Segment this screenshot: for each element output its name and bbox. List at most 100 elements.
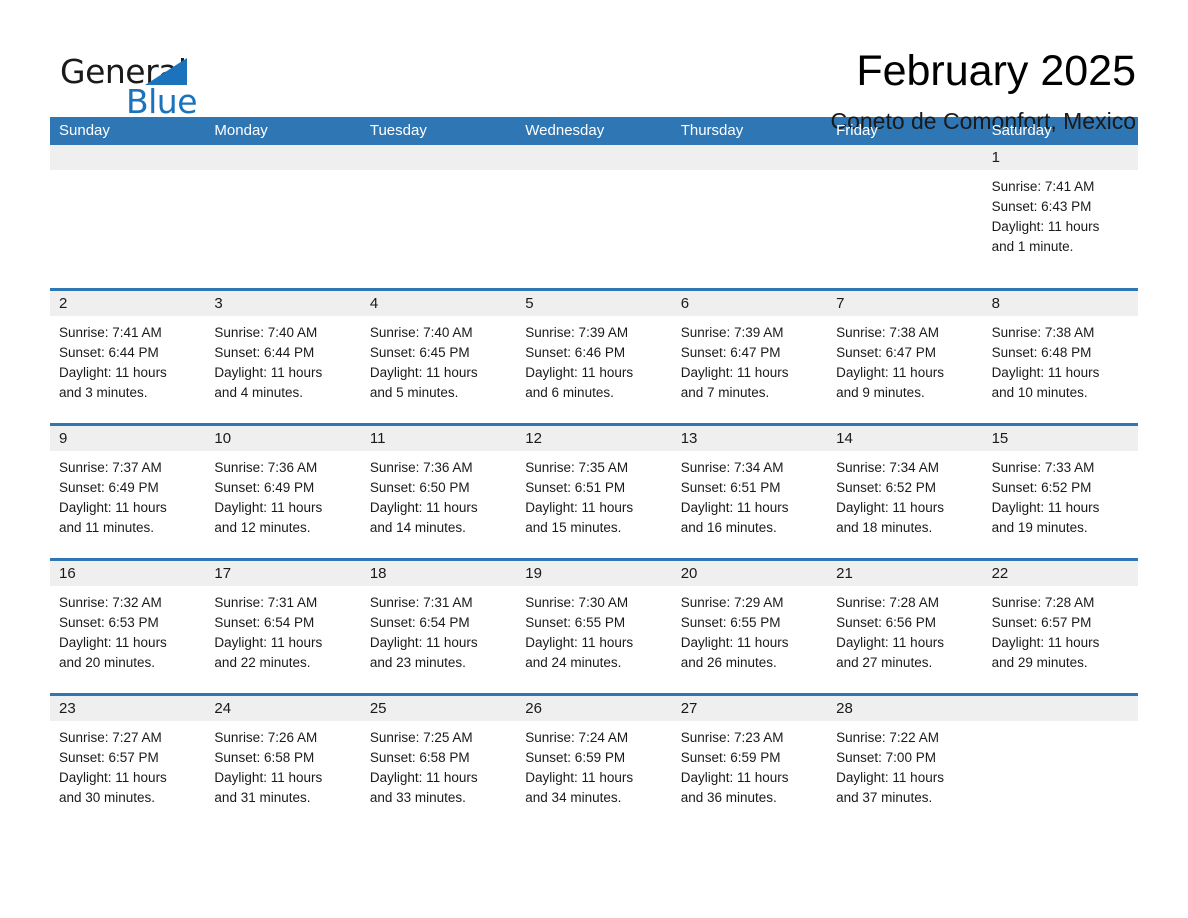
calendar-day-cell[interactable]: 6 Sunrise: 7:39 AM Sunset: 6:47 PM Daylight… — [671, 291, 828, 423]
calendar-day-cell[interactable]: 1 Sunrise: 7:41 AM Sunset: 6:43 PM Daylight… — [982, 145, 1138, 288]
calendar-day-cell[interactable]: 3 Sunrise: 7:40 AM Sunset: 6:44 PM Daylight… — [205, 291, 361, 423]
day-number: 13 — [680, 430, 698, 447]
day-number-strip: 9 — [50, 426, 206, 451]
daylight-duration-line2: and 22 minutes. — [214, 655, 311, 670]
page-title: February 2025 — [856, 47, 1136, 95]
day-sun-info: Sunrise: 7:33 AM Sunset: 6:52 PM Daylight:… — [983, 451, 1138, 538]
day-number-strip: 13 — [671, 426, 828, 451]
calendar-day-cell[interactable]: 7 Sunrise: 7:38 AM Sunset: 6:47 PM Daylight… — [827, 291, 983, 423]
daylight-duration-line1: Daylight: 11 hours — [991, 500, 1100, 515]
day-sun-info: Sunrise: 7:34 AM Sunset: 6:51 PM Daylight:… — [672, 451, 827, 538]
calendar-week-row: 9 Sunrise: 7:37 AM Sunset: 6:49 PM Daylight… — [50, 423, 1138, 558]
calendar-day-cell[interactable]: 10 Sunrise: 7:36 AM Sunset: 6:49 PM Dayligh… — [205, 426, 361, 558]
sunset-time: Sunset: 6:59 PM — [525, 750, 626, 765]
sunset-time: Sunset: 6:51 PM — [525, 480, 626, 495]
daylight-duration-line2: and 16 minutes. — [680, 520, 777, 535]
calendar-day-cell[interactable]: 23 Sunrise: 7:27 AM Sunset: 6:57 PM Dayligh… — [50, 696, 206, 828]
sunset-time: Sunset: 6:43 PM — [991, 199, 1092, 214]
calendar-day-cell[interactable]: 17 Sunrise: 7:31 AM Sunset: 6:54 PM Dayligh… — [205, 561, 361, 693]
sunset-time: Sunset: 6:49 PM — [214, 480, 315, 495]
calendar-day-cell[interactable]: 22 Sunrise: 7:28 AM Sunset: 6:57 PM Dayligh… — [982, 561, 1138, 693]
sunrise-time: Sunrise: 7:40 AM — [369, 325, 473, 340]
daylight-duration-line1: Daylight: 11 hours — [991, 635, 1100, 650]
sunrise-time: Sunrise: 7:34 AM — [836, 460, 939, 475]
day-number-strip: 8 — [982, 291, 1138, 316]
day-sun-info: Sunrise: 7:35 AM Sunset: 6:51 PM Daylight:… — [516, 451, 671, 538]
sunset-time: Sunset: 6:47 PM — [836, 345, 936, 360]
calendar-day-cell[interactable]: 21 Sunrise: 7:28 AM Sunset: 6:56 PM Dayligh… — [827, 561, 983, 693]
generalblue-logo[interactable]: General Blue — [50, 46, 280, 121]
sunrise-time: Sunrise: 7:30 AM — [525, 595, 629, 610]
day-number: 6 — [680, 295, 690, 312]
calendar-day-cell[interactable]: 5 Sunrise: 7:39 AM Sunset: 6:46 PM Daylight… — [516, 291, 672, 423]
daylight-duration-line2: and 24 minutes. — [525, 655, 622, 670]
calendar-day-cell[interactable]: 2 Sunrise: 7:41 AM Sunset: 6:44 PM Daylight… — [50, 291, 206, 423]
day-sun-info: Sunrise: 7:27 AM Sunset: 6:57 PM Daylight:… — [50, 721, 205, 808]
day-number-strip: 21 — [827, 561, 983, 586]
calendar-day-cell[interactable]: 9 Sunrise: 7:37 AM Sunset: 6:49 PM Daylight… — [50, 426, 206, 558]
calendar-day-cell[interactable]: 24 Sunrise: 7:26 AM Sunset: 6:58 PM Dayligh… — [205, 696, 361, 828]
daylight-duration-line1: Daylight: 11 hours — [214, 365, 323, 380]
day-sun-info: Sunrise: 7:38 AM Sunset: 6:47 PM Daylight:… — [827, 316, 982, 403]
sunrise-time: Sunrise: 7:27 AM — [59, 730, 162, 745]
day-number-strip: 16 — [50, 561, 206, 586]
calendar-day-cell[interactable]: 8 Sunrise: 7:38 AM Sunset: 6:48 PM Daylight… — [982, 291, 1138, 423]
daylight-duration-line1: Daylight: 11 hours — [836, 770, 944, 785]
day-number: 27 — [680, 700, 698, 717]
sunset-time: Sunset: 6:59 PM — [680, 750, 781, 765]
calendar-day-cell[interactable]: 18 Sunrise: 7:31 AM Sunset: 6:54 PM Dayligh… — [360, 561, 517, 693]
calendar-day-cell[interactable]: 4 Sunrise: 7:40 AM Sunset: 6:45 PM Daylight… — [360, 291, 517, 423]
day-sun-info: Sunrise: 7:36 AM Sunset: 6:49 PM Daylight:… — [205, 451, 360, 538]
day-sun-info: Sunrise: 7:41 AM Sunset: 6:44 PM Daylight:… — [50, 316, 205, 403]
sunset-time: Sunset: 7:00 PM — [836, 750, 936, 765]
sunset-time: Sunset: 6:54 PM — [214, 615, 315, 630]
calendar-day-cell[interactable]: 15 Sunrise: 7:33 AM Sunset: 6:52 PM Dayligh… — [982, 426, 1138, 558]
calendar-day-cell[interactable]: 20 Sunrise: 7:29 AM Sunset: 6:55 PM Dayligh… — [671, 561, 828, 693]
sunrise-time: Sunrise: 7:37 AM — [59, 460, 162, 475]
day-sun-info: Sunrise: 7:25 AM Sunset: 6:58 PM Daylight:… — [361, 721, 516, 808]
daylight-duration-line2: and 14 minutes. — [369, 520, 466, 535]
daylight-duration-line2: and 31 minutes. — [214, 790, 311, 805]
calendar-day-cell[interactable]: 19 Sunrise: 7:30 AM Sunset: 6:55 PM Dayligh… — [516, 561, 672, 693]
calendar-day-cell[interactable]: 26 Sunrise: 7:24 AM Sunset: 6:59 PM Dayligh… — [516, 696, 672, 828]
sunset-time: Sunset: 6:50 PM — [369, 480, 470, 495]
calendar-day-cell[interactable]: 25 Sunrise: 7:25 AM Sunset: 6:58 PM Dayligh… — [360, 696, 517, 828]
day-sun-info: Sunrise: 7:32 AM Sunset: 6:53 PM Daylight:… — [50, 586, 205, 673]
daylight-duration-line2: and 3 minutes. — [59, 385, 148, 400]
sunset-time: Sunset: 6:48 PM — [991, 345, 1092, 360]
calendar-day-cell[interactable]: 27 Sunrise: 7:23 AM Sunset: 6:59 PM Dayligh… — [671, 696, 828, 828]
weekday-header-row: Sunday Monday Tuesday Wednesday Thursday… — [50, 117, 1138, 145]
calendar-day-cell[interactable]: 11 Sunrise: 7:36 AM Sunset: 6:50 PM Dayligh… — [360, 426, 517, 558]
calendar-day-cell[interactable]: 12 Sunrise: 7:35 AM Sunset: 6:51 PM Dayligh… — [516, 426, 672, 558]
calendar-day-cell[interactable]: 14 Sunrise: 7:34 AM Sunset: 6:52 PM Dayligh… — [827, 426, 983, 558]
day-number-strip: 27 — [671, 696, 828, 721]
day-number: 20 — [680, 565, 698, 582]
sunrise-time: Sunrise: 7:40 AM — [214, 325, 318, 340]
calendar-page: General Blue February 2025 Coneto de Com… — [0, 0, 1188, 918]
sunrise-time: Sunrise: 7:39 AM — [525, 325, 629, 340]
daylight-duration-line1: Daylight: 11 hours — [214, 500, 323, 515]
calendar-day-cell-empty — [50, 145, 206, 288]
day-number: 7 — [836, 295, 845, 312]
day-number: 2 — [59, 295, 68, 312]
day-number: 18 — [369, 565, 387, 582]
calendar-day-cell[interactable]: 28 Sunrise: 7:22 AM Sunset: 7:00 PM Dayligh… — [827, 696, 983, 828]
sunset-time: Sunset: 6:55 PM — [525, 615, 626, 630]
day-number-strip — [205, 145, 361, 170]
sunset-time: Sunset: 6:58 PM — [214, 750, 315, 765]
day-number-strip: 26 — [516, 696, 672, 721]
day-sun-info: Sunrise: 7:26 AM Sunset: 6:58 PM Daylight:… — [205, 721, 360, 808]
sunset-time: Sunset: 6:57 PM — [59, 750, 159, 765]
daylight-duration-line1: Daylight: 11 hours — [836, 500, 944, 515]
calendar-week-row: 2 Sunrise: 7:41 AM Sunset: 6:44 PM Daylight… — [50, 288, 1138, 423]
daylight-duration-line2: and 37 minutes. — [836, 790, 933, 805]
day-number: 28 — [836, 700, 853, 717]
sunset-time: Sunset: 6:44 PM — [59, 345, 159, 360]
day-sun-info: Sunrise: 7:29 AM Sunset: 6:55 PM Daylight:… — [672, 586, 827, 673]
calendar-day-cell[interactable]: 16 Sunrise: 7:32 AM Sunset: 6:53 PM Dayligh… — [50, 561, 206, 693]
daylight-duration-line1: Daylight: 11 hours — [369, 635, 478, 650]
calendar-day-cell[interactable]: 13 Sunrise: 7:34 AM Sunset: 6:51 PM Dayligh… — [671, 426, 828, 558]
day-number: 24 — [214, 700, 232, 717]
day-number-strip: 4 — [360, 291, 517, 316]
daylight-duration-line2: and 1 minute. — [991, 239, 1074, 254]
